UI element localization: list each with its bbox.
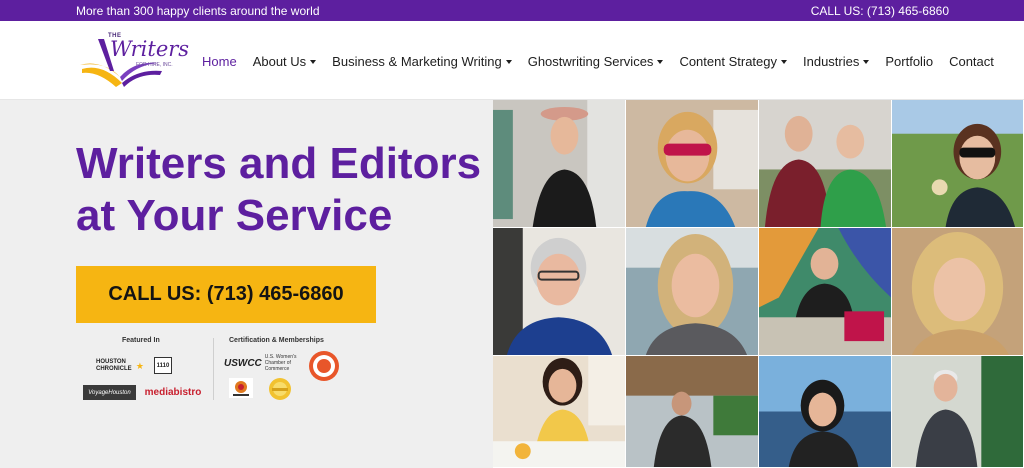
main-nav: Home About Us Business & Marketing Writi…	[202, 53, 1010, 69]
chevron-down-icon	[657, 59, 664, 64]
portrait-image	[759, 228, 891, 355]
nav-home[interactable]: Home	[202, 54, 237, 69]
voyage-houston-logo: VoyageHouston	[83, 385, 136, 400]
portrait-image	[892, 356, 1023, 467]
nav-contact[interactable]: Contact	[949, 54, 994, 69]
hero-section: Writers and Editors at Your Service CALL…	[0, 100, 493, 468]
logo-subtitle: FOR HIRE, INC.	[136, 62, 173, 68]
team-photo	[626, 228, 759, 356]
team-photo	[892, 100, 1024, 228]
nav-industries-label: Industries	[803, 53, 860, 69]
team-photo	[759, 356, 892, 468]
membership-emblem-icon	[229, 378, 253, 398]
team-photo	[626, 356, 759, 468]
nav-portfolio[interactable]: Portfolio	[885, 54, 933, 69]
team-photo	[493, 228, 626, 356]
uswcc-text: U.S. Women's Chamber of Commerce	[264, 354, 297, 372]
portrait-image	[626, 228, 758, 355]
chevron-down-icon	[863, 59, 870, 64]
mediabistro-logo: mediabistro	[141, 385, 205, 400]
certification-seal-icon	[309, 351, 339, 381]
nav-about-us-label: About Us	[252, 53, 307, 69]
call-us-button[interactable]: CALL US: (713) 465-6860	[76, 266, 376, 323]
certifications-label: Certification & Memberships	[229, 337, 324, 344]
nav-ghostwriting-services[interactable]: Ghostwriting Services	[528, 54, 664, 69]
team-photo	[759, 100, 892, 228]
nav-portfolio-label: Portfolio	[885, 53, 934, 69]
team-photo-grid	[493, 100, 1024, 468]
nav-about-us[interactable]: About Us	[252, 53, 317, 69]
gold-award-badge-icon	[269, 378, 291, 400]
portrait-image	[892, 100, 1023, 227]
uswcc-logo: USWCC U.S. Women's Chamber of Commerce	[224, 353, 306, 373]
portrait-image	[759, 356, 891, 467]
voyage-houston-text: VoyageHouston	[88, 389, 131, 396]
portrait-image	[759, 100, 891, 227]
team-photo	[892, 228, 1024, 356]
featured-divider	[213, 338, 214, 400]
radio-1110-text: 1110	[156, 362, 170, 369]
chevron-down-icon	[505, 59, 512, 64]
portrait-image	[626, 356, 758, 467]
portrait-image	[626, 100, 758, 227]
nav-industries[interactable]: Industries	[803, 53, 870, 69]
top-bar: More than 300 happy clients around the w…	[0, 0, 1024, 21]
chevron-down-icon	[781, 59, 787, 64]
featured-in-label: Featured In	[122, 337, 160, 344]
logo-wordmark: Writers	[110, 37, 190, 61]
mediabistro-text: mediabistro	[144, 387, 202, 398]
nav-ghostwriting-label: Ghostwriting Services	[527, 53, 654, 69]
portrait-image	[493, 356, 625, 467]
hero-heading-line1: Writers and Editors	[76, 139, 482, 188]
radio-1110-logo: 1110	[154, 357, 172, 374]
portrait-image	[892, 228, 1023, 355]
houston-chronicle-text: HOUSTON CHRONICLE	[96, 359, 132, 372]
nav-home-label: Home	[202, 53, 237, 69]
chevron-down-icon	[310, 59, 317, 64]
uswcc-mark: USWCC	[224, 357, 262, 369]
portrait-image	[493, 228, 625, 355]
site-logo[interactable]: THE Writers FOR HIRE, INC.	[76, 31, 189, 89]
houston-chronicle-logo: HOUSTON CHRONICLE ★	[96, 355, 144, 377]
topbar-phone-link[interactable]: CALL US: (713) 465-6860	[811, 4, 949, 18]
team-photo	[493, 356, 626, 468]
star-icon: ★	[135, 360, 144, 371]
team-photo	[626, 100, 759, 228]
team-photo	[759, 228, 892, 356]
nav-business-label: Business & Marketing Writing	[332, 53, 502, 69]
nav-content-strategy-label: Content Strategy	[679, 53, 777, 69]
team-photo	[892, 356, 1024, 468]
hero-heading-line2: at Your Service	[76, 191, 393, 240]
topbar-tagline: More than 300 happy clients around the w…	[76, 4, 320, 18]
nav-contact-label: Contact	[949, 53, 994, 69]
site-header: THE Writers FOR HIRE, INC. Home About Us…	[0, 21, 1024, 100]
nav-business-marketing-writing[interactable]: Business & Marketing Writing	[332, 54, 512, 69]
nav-content-strategy[interactable]: Content Strategy	[679, 54, 787, 69]
hero-heading: Writers and Editors at Your Service	[76, 138, 491, 242]
team-photo	[493, 100, 626, 228]
portrait-image	[493, 100, 625, 227]
